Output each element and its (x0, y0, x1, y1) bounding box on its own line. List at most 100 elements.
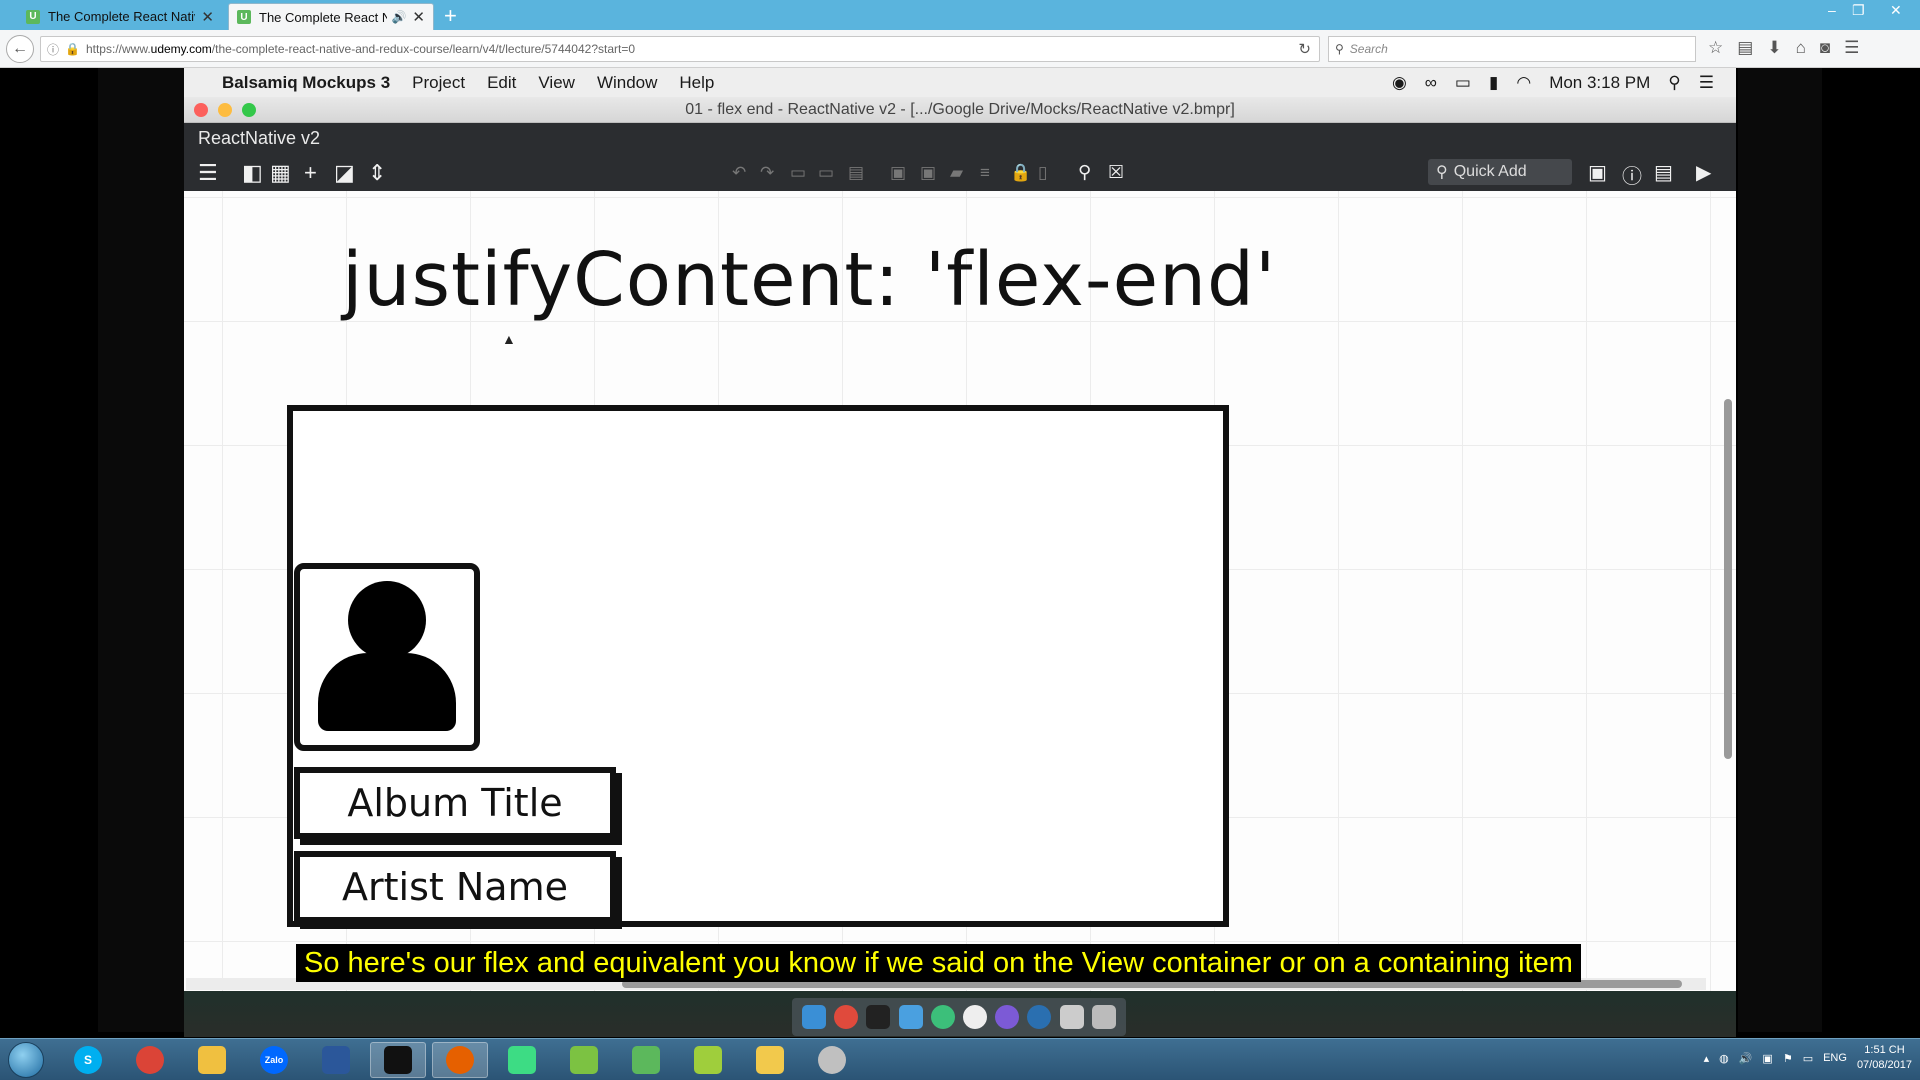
undo-icon: ↶ (732, 163, 747, 182)
notes-taskbar-button[interactable] (556, 1042, 612, 1078)
record-icon: ◉ (1391, 72, 1407, 92)
finder-icon (802, 1005, 827, 1029)
lock-icon: 🔒 (1010, 163, 1032, 182)
clock-date: 07/08/2017 (1856, 1059, 1912, 1071)
zalo-taskbar-button[interactable]: Zalo (246, 1042, 302, 1078)
back-button[interactable]: ← (6, 35, 34, 63)
firefox-taskbar-button[interactable] (432, 1042, 488, 1078)
trash-icon: ▯ (1038, 163, 1048, 182)
library-icon[interactable]: ▤ (1737, 38, 1753, 58)
documents-icon (1059, 1005, 1084, 1029)
copy-icon: ▭ (790, 163, 807, 182)
close-box-icon: ☒ (1108, 162, 1125, 182)
menu-window: Window (596, 72, 658, 92)
volume-icon[interactable]: 🔊 (1739, 1052, 1753, 1065)
home-icon[interactable]: ⌂ (1796, 38, 1806, 58)
speaker-icon[interactable]: 🔊 (391, 10, 406, 24)
paint-taskbar-button[interactable] (804, 1042, 860, 1078)
vertical-scroll-thumb (1724, 399, 1732, 759)
minimize-icon[interactable]: – (1828, 2, 1836, 18)
hamburger-icon: ☰ (198, 160, 218, 185)
album-title-box: Album Title (294, 767, 616, 839)
add-icon: + (304, 160, 317, 185)
flag-icon[interactable]: ⚑ (1783, 1052, 1793, 1065)
folder-icon (898, 1005, 923, 1029)
reload-icon[interactable]: ↻ (1298, 40, 1311, 58)
tab-udemy-2[interactable]: U The Complete React Nat 🔊 ✕ (228, 3, 434, 30)
app-icon (930, 1005, 955, 1029)
hamburger-menu-icon[interactable]: ☰ (1844, 38, 1859, 58)
paste-icon: ▤ (848, 163, 865, 182)
network-icon[interactable]: ◍ (1719, 1052, 1729, 1065)
files-taskbar-button[interactable] (184, 1042, 240, 1078)
balsamiq-toolbar: ☰ ◧ ▦ + ◪ ⇕ ↶ ↷ ▭ ▭ ▤ ▣ ▣ ▰ ≡ 🔒 ▯ ⚲ ☒ ⚲ … (184, 153, 1736, 191)
compass-icon (995, 1005, 1020, 1029)
start-button[interactable] (8, 1042, 44, 1078)
window-title-text: 01 - flex end - ReactNative v2 - [.../Go… (685, 100, 1235, 118)
language-indicator[interactable]: ENG (1823, 1052, 1847, 1064)
show-hidden-icons-icon[interactable]: ▴ (1704, 1052, 1710, 1065)
chrome-icon (834, 1005, 859, 1029)
terminal-taskbar-button[interactable] (370, 1042, 426, 1078)
menu-project: Project (412, 72, 466, 92)
url-host: udemy.com (150, 42, 212, 56)
balsamiq-window-title: 01 - flex end - ReactNative v2 - [.../Go… (184, 97, 1736, 123)
clock-time: 1:51 CH (1864, 1044, 1905, 1056)
bring-front-icon: ▰ (950, 163, 964, 182)
trash-icon (1091, 1005, 1116, 1029)
display-icon[interactable]: ▭ (1803, 1052, 1813, 1065)
menu-view: View (538, 72, 575, 92)
person-body-icon (318, 653, 456, 731)
udemy-favicon-icon: U (237, 10, 251, 24)
chrome-taskbar-button[interactable] (122, 1042, 178, 1078)
mac-clock: Mon 3:18 PM (1549, 72, 1651, 92)
ime-icon[interactable]: ▣ (1762, 1052, 1772, 1065)
video-letterbox-left (98, 68, 184, 1032)
info-icon: ⓘ (1622, 166, 1642, 188)
word-taskbar-button[interactable] (308, 1042, 364, 1078)
project-name-bar: ReactNative v2 (184, 123, 1736, 153)
sheets-taskbar-button[interactable] (680, 1042, 736, 1078)
close-window-icon[interactable]: ✕ (1890, 2, 1902, 19)
cut-icon: ▭ (818, 163, 835, 182)
project-name: ReactNative v2 (198, 127, 321, 148)
subtitle-caption: So here's our flex and equivalent you kn… (296, 944, 1581, 982)
video-letterbox-right (1738, 68, 1822, 1032)
tab-udemy-1[interactable]: U The Complete React Native ✕ (18, 3, 222, 30)
new-tab-button[interactable]: + (444, 3, 457, 29)
search-icon: ⚲ (1078, 162, 1092, 182)
align-icon: ≡ (980, 163, 990, 182)
artist-name-box: Artist Name (294, 851, 616, 923)
group-icon: ▣ (890, 163, 907, 182)
explorer-taskbar-button[interactable] (742, 1042, 798, 1078)
redo-icon: ↷ (760, 163, 775, 182)
restore-icon[interactable]: ❐ (1852, 2, 1865, 19)
zoom-dot-icon (242, 103, 256, 117)
quick-add-field: ⚲ Quick Add (1428, 159, 1572, 185)
bookmark-star-icon[interactable]: ☆ (1708, 38, 1723, 58)
system-clock[interactable]: 1:51 CH 07/08/2017 (1857, 1043, 1912, 1073)
arrange-icon: ⇕ (368, 160, 387, 185)
info-icon[interactable]: ⓘ (47, 41, 59, 58)
browser-tab-bar: U The Complete React Native ✕ U The Comp… (0, 0, 1920, 30)
close-tab-icon[interactable]: ✕ (201, 8, 214, 26)
notes-icon: ▤ (1654, 162, 1673, 184)
image-icon: ▣ (1588, 162, 1607, 184)
search-input[interactable]: ⚲ Search (1328, 36, 1696, 62)
app-name: Balsamiq Mockups 3 (222, 72, 391, 92)
download-icon[interactable]: ⬇ (1767, 38, 1781, 58)
ungroup-icon: ▣ (920, 163, 937, 182)
pocket-icon[interactable]: ◙ (1820, 38, 1830, 58)
close-tab-icon[interactable]: ✕ (412, 8, 425, 26)
url-bar[interactable]: ⓘ 🔒 https://www. udemy.com/the-complete-r… (40, 36, 1320, 62)
globe-icon (1027, 1005, 1052, 1029)
home-taskbar-button[interactable] (618, 1042, 674, 1078)
spotlight-icon: ⚲ (1668, 72, 1681, 92)
traffic-lights (194, 103, 256, 117)
android-studio-taskbar-button[interactable] (494, 1042, 550, 1078)
system-tray: ▴ ◍ 🔊 ▣ ⚑ ▭ ENG 1:51 CH 07/08/2017 (1704, 1043, 1912, 1073)
notification-list-icon: ☰ (1698, 72, 1714, 92)
windows-taskbar: S Zalo ▴ ◍ 🔊 ▣ ⚑ ▭ ENG 1:51 CH 07/08/201… (0, 1038, 1920, 1080)
avatar-placeholder (294, 563, 480, 751)
skype-taskbar-button[interactable]: S (60, 1042, 116, 1078)
